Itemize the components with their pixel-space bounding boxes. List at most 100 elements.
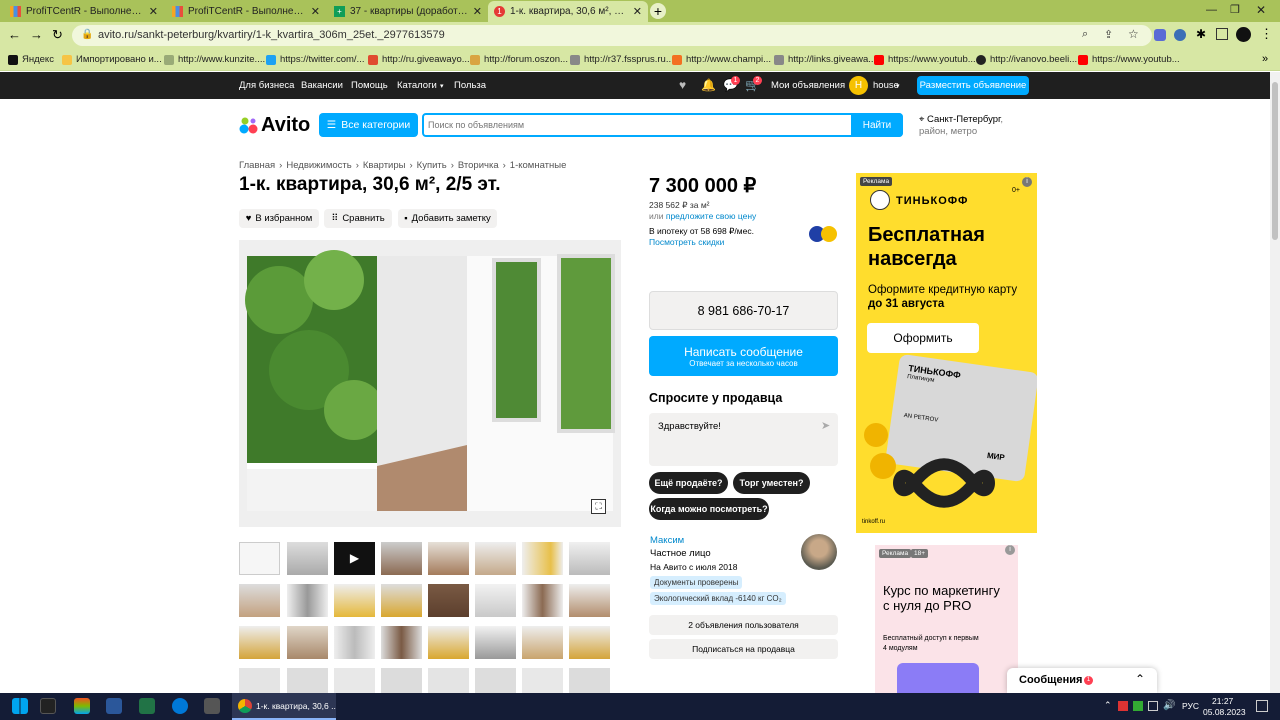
clock-date[interactable]: 05.08.2023 bbox=[1203, 707, 1246, 717]
tray-chevron-icon[interactable]: ⌃ bbox=[1104, 700, 1112, 711]
thumbnail[interactable] bbox=[239, 542, 280, 575]
all-categories-button[interactable]: ☰ Все категории bbox=[319, 113, 418, 137]
thumbnail[interactable] bbox=[239, 668, 280, 693]
more-bookmarks-icon[interactable]: » bbox=[1262, 53, 1268, 65]
browser-tab[interactable]: ProfiTCentR - Выполнение задач ✕ bbox=[4, 1, 164, 22]
breadcrumb-item[interactable]: Квартиры bbox=[363, 160, 406, 171]
thumbnail[interactable] bbox=[287, 542, 328, 575]
thumbnail[interactable] bbox=[428, 668, 469, 693]
thumbnail[interactable] bbox=[569, 542, 610, 575]
media-player-icon[interactable] bbox=[40, 698, 56, 714]
thumbnail[interactable] bbox=[428, 626, 469, 659]
thumbnail[interactable] bbox=[522, 626, 563, 659]
seller-avatar[interactable] bbox=[801, 534, 837, 570]
ask-seller-input[interactable]: Здравствуйте! ➤ bbox=[649, 413, 838, 466]
info-icon[interactable]: i bbox=[1005, 545, 1015, 555]
new-tab-icon[interactable]: + bbox=[650, 3, 666, 19]
discounts-link[interactable]: Посмотреть скидки bbox=[649, 237, 724, 247]
bookmark-item[interactable]: Яндекс bbox=[8, 54, 54, 65]
phone-button[interactable]: 8 981 686-70-17 bbox=[649, 291, 838, 330]
seller-ads-button[interactable]: 2 объявления пользователя bbox=[649, 615, 838, 635]
bookmark-item[interactable]: https://twitter.com/... bbox=[266, 54, 364, 65]
chevron-up-icon[interactable]: ⌃ bbox=[1135, 672, 1145, 686]
network-icon[interactable] bbox=[1148, 701, 1158, 711]
thumbnail[interactable] bbox=[569, 668, 610, 693]
add-note-button[interactable]: ▪ Добавить заметку bbox=[398, 209, 497, 228]
thumbnail[interactable] bbox=[239, 626, 280, 659]
reload-icon[interactable]: ↻ bbox=[52, 27, 63, 43]
favorite-button[interactable]: ♥ В избранном bbox=[239, 209, 319, 228]
compare-button[interactable]: ⠿ Сравнить bbox=[324, 209, 392, 228]
nav-benefit[interactable]: Польза bbox=[454, 80, 486, 91]
notifications-icon[interactable] bbox=[1256, 700, 1268, 712]
thumbnail[interactable] bbox=[381, 542, 422, 575]
bookmark-item[interactable]: http://r37.fssprus.ru... bbox=[570, 54, 674, 65]
search-icon[interactable]: ⌕ bbox=[1082, 28, 1088, 41]
bookmark-item[interactable]: http://www.champi... bbox=[672, 54, 771, 65]
thumbnail[interactable] bbox=[334, 626, 375, 659]
nav-vacancies[interactable]: Вакансии bbox=[301, 80, 343, 91]
breadcrumb-item[interactable]: Недвижимость bbox=[286, 160, 351, 171]
quick-question-chip[interactable]: Ещё продаёте? bbox=[649, 472, 728, 494]
browser-tab-active[interactable]: 1 1-к. квартира, 30,6 м², 2/5 эт. на прод… bbox=[488, 1, 648, 22]
bookmark-item[interactable]: http://www.kunzite.... bbox=[164, 54, 265, 65]
close-icon[interactable]: ✕ bbox=[311, 5, 320, 18]
extension-icon[interactable] bbox=[1154, 29, 1166, 41]
quick-question-chip[interactable]: Когда можно посмотреть? bbox=[649, 498, 769, 520]
menu-icon[interactable]: ⋮ bbox=[1260, 26, 1273, 42]
thumbnail[interactable] bbox=[428, 542, 469, 575]
bell-icon[interactable]: 🔔 bbox=[701, 78, 716, 92]
share-icon[interactable]: ⇪ bbox=[1104, 28, 1113, 41]
quick-question-chip[interactable]: Торг уместен? bbox=[733, 472, 810, 494]
thumbnail[interactable] bbox=[522, 668, 563, 693]
tray-icon[interactable] bbox=[1133, 701, 1143, 711]
avito-logo[interactable]: Avito bbox=[239, 114, 310, 137]
clock-time[interactable]: 21:27 bbox=[1212, 696, 1233, 706]
thumbnail[interactable] bbox=[475, 542, 516, 575]
ad-cta-button[interactable]: Оформить bbox=[867, 323, 979, 353]
thumbnail[interactable] bbox=[475, 668, 516, 693]
star-icon[interactable]: ☆ bbox=[1128, 27, 1139, 41]
breadcrumb-item[interactable]: Главная bbox=[239, 160, 275, 171]
nav-catalogs[interactable]: Каталоги bbox=[397, 80, 437, 91]
thumbnail[interactable] bbox=[287, 626, 328, 659]
nav-business[interactable]: Для бизнеса bbox=[239, 80, 294, 91]
post-ad-button[interactable]: Разместить объявление bbox=[917, 76, 1029, 95]
messages-widget[interactable]: Сообщения 1 ⌃ bbox=[1007, 668, 1157, 693]
marketing-ad-banner[interactable]: Реклама 18+ Курс по маркетингу с нуля до… bbox=[875, 545, 1018, 693]
thumbnail[interactable] bbox=[381, 584, 422, 617]
bookmark-item[interactable]: Импортировано и... bbox=[62, 54, 162, 65]
puzzle-icon[interactable]: ✱ bbox=[1196, 27, 1206, 41]
search-button[interactable]: Найти bbox=[851, 113, 903, 137]
avatar[interactable]: H bbox=[849, 76, 868, 95]
word-icon[interactable] bbox=[106, 698, 122, 714]
bookmark-item[interactable]: https://www.youtub... bbox=[1078, 54, 1180, 65]
send-icon[interactable]: ➤ bbox=[821, 419, 830, 432]
write-message-button[interactable]: Написать сообщение Отвечает за несколько… bbox=[649, 336, 838, 376]
thumbnail[interactable] bbox=[381, 668, 422, 693]
thumbnail[interactable] bbox=[381, 626, 422, 659]
back-icon[interactable]: ← bbox=[8, 27, 21, 42]
page-scrollbar[interactable] bbox=[1270, 72, 1280, 693]
volume-icon[interactable]: 🔊 bbox=[1163, 700, 1175, 711]
close-icon[interactable]: ✕ bbox=[633, 5, 642, 18]
nav-help[interactable]: Помощь bbox=[351, 80, 388, 91]
thumbnail[interactable] bbox=[569, 584, 610, 617]
excel-icon[interactable] bbox=[139, 698, 155, 714]
profile-icon[interactable] bbox=[1236, 27, 1251, 42]
thumbnail[interactable] bbox=[475, 584, 516, 617]
video-thumbnail-play-icon[interactable]: ▶ bbox=[334, 542, 375, 575]
app-icon[interactable] bbox=[74, 698, 90, 714]
minimize-icon[interactable]: — bbox=[1206, 4, 1217, 16]
search-input[interactable] bbox=[428, 117, 838, 133]
windows-start-icon[interactable] bbox=[12, 698, 28, 714]
thumbnail[interactable] bbox=[239, 584, 280, 617]
thumbnail[interactable] bbox=[522, 542, 563, 575]
breadcrumb-item[interactable]: Купить bbox=[417, 160, 447, 171]
forward-icon[interactable]: → bbox=[30, 27, 43, 42]
seller-name-link[interactable]: Максим bbox=[650, 535, 684, 546]
scrollbar-thumb[interactable] bbox=[1272, 82, 1278, 240]
heart-icon[interactable]: ♥ bbox=[679, 78, 686, 92]
url-input[interactable]: 🔒 avito.ru/sankt-peterburg/kvartiry/1-k_… bbox=[72, 25, 1152, 46]
browser-tab[interactable]: +37 - квартиры (доработанная) - Google Т… bbox=[328, 1, 488, 22]
